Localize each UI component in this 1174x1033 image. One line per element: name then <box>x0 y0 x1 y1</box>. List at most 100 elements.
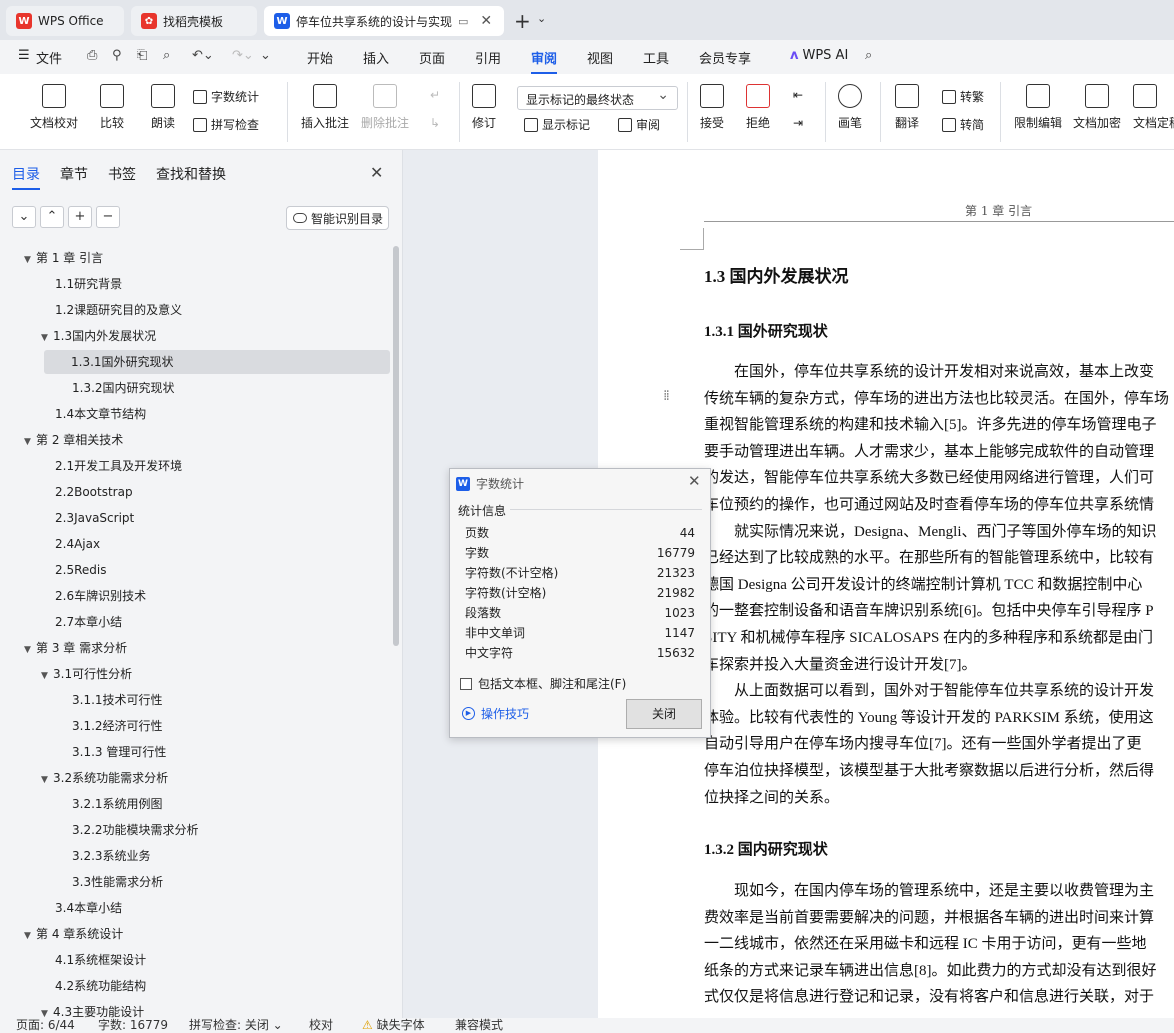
menu-reference[interactable]: 引用 <box>475 48 501 67</box>
next-comment-icon[interactable]: ↳ <box>430 116 440 130</box>
undo-icon[interactable]: ↶⌄ <box>192 48 214 63</box>
close-icon[interactable]: ✕ <box>370 163 383 182</box>
spell-check-status[interactable]: 拼写检查: 关闭 ⌄ <box>189 1018 283 1033</box>
toc-item[interactable]: 3.2.2功能模块需求分析 <box>72 818 199 842</box>
toc-item[interactable]: 3.3性能需求分析 <box>72 870 163 894</box>
toc-item[interactable]: 1.3.2国内研究现状 <box>72 376 175 400</box>
to-simplified-button[interactable]: 转简 <box>942 116 984 133</box>
toc-item[interactable]: 2.6车牌识别技术 <box>55 584 146 608</box>
chevron-down-icon[interactable]: ⌄ <box>12 206 36 228</box>
menu-start[interactable]: 开始 <box>307 48 333 67</box>
page-indicator[interactable]: 页面: 6/44 <box>16 1018 75 1033</box>
toc-item[interactable]: 4.1系统框架设计 <box>55 948 146 972</box>
save-icon[interactable]: ⎙ <box>87 48 97 63</box>
remove-icon[interactable]: − <box>96 206 120 228</box>
expand-triangle-icon[interactable]: ▼ <box>24 248 36 272</box>
doc-proofread-button[interactable]: 文档校对 <box>30 84 78 131</box>
word-count-button[interactable]: 字数统计 <box>193 88 259 105</box>
toc-item[interactable]: 3.1.3 管理可行性 <box>72 740 166 764</box>
spell-check-button[interactable]: 拼写检查 <box>193 116 259 133</box>
menu-tools[interactable]: 工具 <box>643 48 669 67</box>
close-tab-icon[interactable]: ✕ <box>480 13 492 29</box>
tab-document[interactable]: W 停车位共享系统的设计与实现 ▭ ✕ <box>264 6 504 36</box>
toc-item[interactable]: ▼ 第 2 章相关技术 <box>24 428 123 452</box>
prev-comment-icon[interactable]: ↵ <box>430 88 440 102</box>
smart-toc-button[interactable]: 智能识别目录 <box>286 206 389 230</box>
expand-triangle-icon[interactable]: ▼ <box>24 430 36 454</box>
add-icon[interactable]: + <box>68 206 92 228</box>
tab-sections[interactable]: 章节 <box>60 164 88 190</box>
tab-find-replace[interactable]: 查找和替换 <box>156 164 226 190</box>
menu-page[interactable]: 页面 <box>419 48 445 67</box>
proofread-status[interactable]: 校对 <box>309 1018 333 1033</box>
toc-item[interactable]: 1.3.1国外研究现状 <box>44 350 390 374</box>
close-button[interactable]: 关闭 <box>626 699 702 729</box>
to-traditional-button[interactable]: 转繁 <box>942 88 984 105</box>
tab-docer-templates[interactable]: ✿ 找稻壳模板 <box>131 6 257 36</box>
insert-comment-button[interactable]: 插入批注 <box>301 84 349 131</box>
toc-item[interactable]: 3.1.1技术可行性 <box>72 688 163 712</box>
read-aloud-button[interactable]: 朗读 <box>151 84 175 131</box>
accept-button[interactable]: 接受 <box>700 84 724 131</box>
finalize-button[interactable]: 文档定稿 <box>1133 84 1174 131</box>
review-pane-button[interactable]: 审阅 <box>618 116 660 133</box>
print-preview-icon[interactable]: ⌕ <box>163 48 170 63</box>
toc-item[interactable]: 2.3JavaScript <box>55 506 134 530</box>
tab-wps-office[interactable]: W WPS Office <box>6 6 124 36</box>
search-icon[interactable]: ⌕ <box>865 48 872 63</box>
toc-item[interactable]: 1.4本文章节结构 <box>55 402 146 426</box>
expand-triangle-icon[interactable]: ▼ <box>41 326 53 350</box>
more-chevron-icon[interactable]: ⌄ <box>260 48 271 63</box>
markup-mode-select[interactable]: 显示标记的最终状态 <box>517 86 678 110</box>
expand-triangle-icon[interactable]: ▼ <box>41 664 53 688</box>
new-tab-icon[interactable]: + <box>514 9 531 33</box>
encrypt-button[interactable]: 文档加密 <box>1073 84 1121 131</box>
track-changes-button[interactable]: 修订 <box>472 84 496 131</box>
compare-button[interactable]: 比较 <box>100 84 124 131</box>
toc-item[interactable]: 3.4本章小结 <box>55 896 122 920</box>
close-icon[interactable]: ✕ <box>688 472 701 490</box>
prev-change-icon[interactable]: ⇤ <box>793 88 803 102</box>
share-icon[interactable]: ⚲ <box>112 48 122 63</box>
toc-item[interactable]: 2.5Redis <box>55 558 106 582</box>
chevron-up-icon[interactable]: ⌃ <box>40 206 64 228</box>
expand-triangle-icon[interactable]: ▼ <box>41 768 53 792</box>
tips-link[interactable]: ▶ 操作技巧 <box>462 705 529 722</box>
show-markup-button[interactable]: 显示标记 <box>524 116 590 133</box>
missing-font-status[interactable]: ⚠ 缺失字体 <box>362 1018 425 1033</box>
pen-button[interactable]: 画笔 <box>838 84 862 131</box>
expand-triangle-icon[interactable]: ▼ <box>24 638 36 662</box>
menu-insert[interactable]: 插入 <box>363 48 389 67</box>
tab-toc[interactable]: 目录 <box>12 164 40 190</box>
toc-item[interactable]: 2.1开发工具及开发环境 <box>55 454 182 478</box>
toc-item[interactable]: 3.2.1系统用例图 <box>72 792 163 816</box>
toc-item[interactable]: 2.4Ajax <box>55 532 100 556</box>
toc-item[interactable]: 3.2.3系统业务 <box>72 844 151 868</box>
toc-item[interactable]: 4.2系统功能结构 <box>55 974 146 998</box>
drag-handle-icon[interactable]: ⁞⁞ <box>663 388 670 404</box>
translate-button[interactable]: 翻译 <box>895 84 919 131</box>
redo-icon[interactable]: ↷⌄ <box>232 48 254 63</box>
toc-item[interactable]: ▼ 第 1 章 引言 <box>24 246 103 270</box>
toc-item[interactable]: ▼ 3.2系统功能需求分析 <box>41 766 168 790</box>
chevron-down-icon[interactable]: ⌄ <box>537 12 546 25</box>
menu-review[interactable]: 审阅 <box>531 48 558 74</box>
toc-item[interactable]: 2.7本章小结 <box>55 610 122 634</box>
toc-item[interactable]: 2.2Bootstrap <box>55 480 133 504</box>
hamburger-menu-icon[interactable]: ☰ <box>18 48 30 63</box>
reject-button[interactable]: 拒绝 <box>746 84 770 131</box>
toc-item[interactable]: ▼ 第 3 章 需求分析 <box>24 636 127 660</box>
monitor-icon[interactable]: ▭ <box>458 15 468 28</box>
restrict-edit-button[interactable]: 限制编辑 <box>1014 84 1062 131</box>
next-change-icon[interactable]: ⇥ <box>793 116 803 130</box>
menu-view[interactable]: 视图 <box>587 48 613 67</box>
toc-item[interactable]: ▼ 第 4 章系统设计 <box>24 922 123 946</box>
tab-bookmarks[interactable]: 书签 <box>108 164 136 190</box>
word-count-indicator[interactable]: 字数: 16779 <box>98 1018 168 1033</box>
toc-item[interactable]: 3.1.2经济可行性 <box>72 714 163 738</box>
wps-ai-button[interactable]: ᴧ WPS AI <box>790 48 848 63</box>
toc-item[interactable]: 1.1研究背景 <box>55 272 122 296</box>
toc-item[interactable]: ▼ 3.1可行性分析 <box>41 662 132 686</box>
menu-member[interactable]: 会员专享 <box>699 48 751 67</box>
toc-item[interactable]: ▼ 1.3国内外发展状况 <box>41 324 156 348</box>
